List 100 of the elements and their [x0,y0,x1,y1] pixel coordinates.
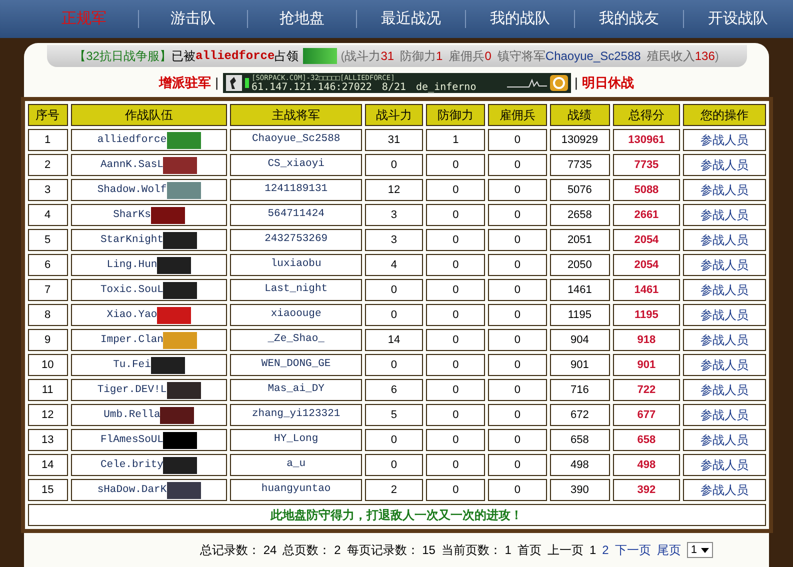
participants-link[interactable]: 参战人员 [683,454,766,476]
participants-link[interactable]: 参战人员 [683,229,766,251]
table-cell: 918 [612,329,680,351]
table-cell: CS_xiaoyi [230,154,362,176]
occupied-label: 占领 [274,48,299,65]
stat-label: 雇佣兵 [448,48,485,65]
table-cell: 2 [28,154,68,176]
table-cell: xiaoouge [230,304,362,326]
table-cell: 0 [364,304,424,326]
table-cell: 2661 [612,204,680,226]
table-cell: 901 [612,354,680,376]
separator: | [574,74,578,92]
table-cell: 0 [488,179,547,201]
table-cell: 0 [426,154,486,176]
table-cell: 0 [364,429,424,451]
table-cell: 904 [550,329,610,351]
table-cell: 5076 [550,179,610,201]
table-cell: 0 [488,429,547,451]
table-cell: 6 [28,254,68,276]
participants-link[interactable]: 参战人员 [683,179,766,201]
table-cell: 677 [612,404,680,426]
table-cell: 0 [426,354,486,376]
table-cell: 2051 [550,229,610,251]
nav-tab[interactable]: 开设战队 [684,8,792,30]
paren: ) [714,48,719,65]
server-address: 61.147.121.146:27022 [252,83,372,92]
participants-link[interactable]: 参战人员 [683,429,766,451]
table-cell: 0 [488,279,547,301]
table-cell: 564711424 [230,204,362,226]
table-cell: WEN_DONG_GE [230,354,362,376]
column-header: 战绩 [550,104,610,126]
table-cell: 0 [488,204,547,226]
table-cell: 0 [426,254,486,276]
stat-label: 战斗力 [344,48,381,65]
table-cell: 8 [28,304,68,326]
page-link[interactable]: 下一页 [614,541,651,559]
table-cell: 672 [550,404,610,426]
table-cell: 0 [488,404,547,426]
table-cell: 0 [488,254,547,276]
table-cell: 1195 [612,304,680,326]
participants-link[interactable]: 参战人员 [683,329,766,351]
nav-tab[interactable]: 我的战友 [575,8,683,30]
table-cell: 0 [488,229,547,251]
page-select[interactable]: 1 [686,542,713,558]
table-cell: 0 [488,154,547,176]
table-cell: Last_night [230,279,362,301]
participants-link[interactable]: 参战人员 [683,254,766,276]
column-header: 主战将军 [230,104,362,126]
participants-link[interactable]: 参战人员 [683,129,766,151]
column-header: 雇佣兵 [488,104,547,126]
participants-link[interactable]: 参战人员 [683,154,766,176]
page-stat: 每页记录数： 15 [346,542,436,559]
participants-link[interactable]: 参战人员 [683,404,766,426]
nav-tab[interactable]: 抢地盘 [248,8,356,30]
paren: ( [340,48,345,65]
participants-link[interactable]: 参战人员 [683,204,766,226]
stat-value: 31 [380,48,394,65]
nav-tab[interactable]: 我的战队 [466,8,574,30]
table-cell: 0 [364,354,424,376]
nav-tab[interactable]: 最近战况 [357,8,465,30]
participants-link[interactable]: 参战人员 [683,354,766,376]
table-cell: 0 [426,379,486,401]
page-stat: 总页数： 2 [282,542,341,559]
participants-link[interactable]: 参战人员 [683,379,766,401]
table-cell: 3 [364,204,424,226]
participants-link[interactable]: 参战人员 [683,304,766,326]
table-cell: 722 [612,379,680,401]
table-cell: 130929 [550,129,610,151]
page-stat: 当前页数： 1 [441,542,512,559]
table-cell: 1461 [612,279,680,301]
table-cell: 14 [364,329,424,351]
team-link[interactable]: SharKs [113,208,151,224]
table-cell: 3 [364,229,424,251]
table-cell: _Ze_Shao_ [230,329,362,351]
reinforce-link[interactable]: 增派驻军 [159,73,212,93]
table-cell: 4 [364,254,424,276]
rest-link[interactable]: 明日休战 [582,73,634,93]
table-cell: 10 [28,354,68,376]
player-count: 8/21 [382,83,406,92]
table-cell: 14 [28,454,68,476]
column-header: 防御力 [426,104,486,126]
nav-tab[interactable]: 游击队 [139,8,247,30]
page-link[interactable]: 2 [602,541,609,559]
server-name: 【32抗日战争服】 [74,48,172,65]
footer-message: 此地盘防守得力，打退敌人一次又一次的进攻！ [28,504,766,526]
table-cell: HY_Long [230,429,362,451]
map-name: de_inferno [416,83,476,92]
table-cell: 2054 [612,254,680,276]
table-cell: 658 [550,429,610,451]
participants-link[interactable]: 参战人员 [683,279,766,301]
participants-link[interactable]: 参战人员 [683,479,766,501]
table-cell: 7 [28,279,68,301]
table-cell: 0 [426,179,486,201]
table-cell: 498 [612,454,680,476]
team-link[interactable]: Tu.Fei [113,358,151,374]
stat-label: 防御力 [400,48,436,65]
page-link[interactable]: 尾页 [656,541,681,559]
table-cell: 0 [364,154,424,176]
table-cell: 0 [488,304,547,326]
page-stat: 总记录数： 24 [200,542,277,559]
